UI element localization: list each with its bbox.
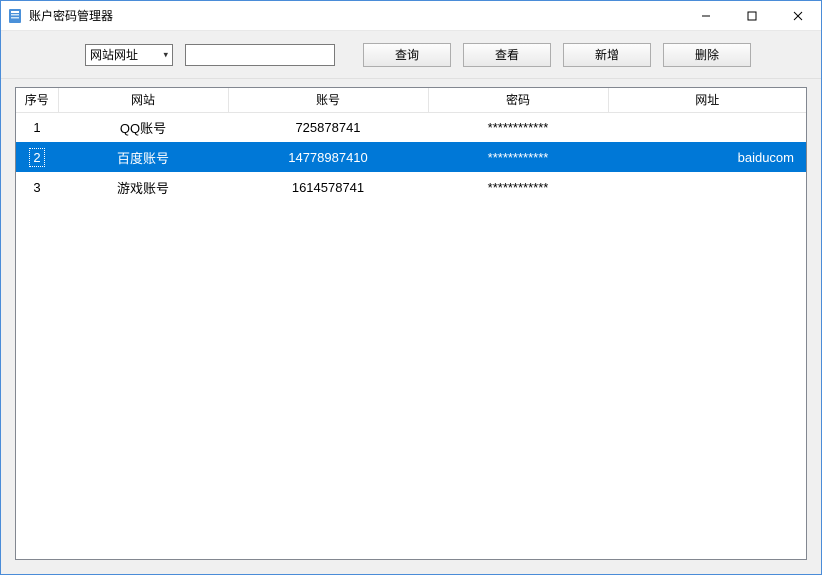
header-password[interactable]: 密码 bbox=[428, 88, 608, 112]
cell-site: 百度账号 bbox=[58, 142, 228, 172]
search-input[interactable] bbox=[185, 44, 335, 66]
cell-site: QQ账号 bbox=[58, 112, 228, 142]
header-site[interactable]: 网站 bbox=[58, 88, 228, 112]
chevron-down-icon: ▾ bbox=[163, 49, 168, 60]
titlebar: 账户密码管理器 bbox=[1, 1, 821, 31]
view-button[interactable]: 查看 bbox=[463, 43, 551, 67]
header-account[interactable]: 账号 bbox=[228, 88, 428, 112]
table-row[interactable]: 2百度账号14778987410************baiducom bbox=[16, 142, 806, 172]
content-area: 序号 网站 账号 密码 网址 1QQ账号725878741***********… bbox=[1, 79, 821, 574]
cell-url: baiducom bbox=[608, 142, 806, 172]
cell-url bbox=[608, 172, 806, 202]
filter-type-value: 网站网址 bbox=[90, 46, 138, 63]
table-header-row: 序号 网站 账号 密码 网址 bbox=[16, 88, 806, 112]
table-row[interactable]: 1QQ账号725878741************ bbox=[16, 112, 806, 142]
cell-password: ************ bbox=[428, 112, 608, 142]
window-controls bbox=[683, 1, 821, 31]
window-title: 账户密码管理器 bbox=[29, 7, 113, 24]
delete-button[interactable]: 删除 bbox=[663, 43, 751, 67]
filter-type-dropdown[interactable]: 网站网址 ▾ bbox=[85, 44, 173, 66]
header-url[interactable]: 网址 bbox=[608, 88, 806, 112]
cell-account: 14778987410 bbox=[228, 142, 428, 172]
app-window: 账户密码管理器 网站网址 ▾ 查询 查看 新增 删除 序号 bbox=[0, 0, 822, 575]
close-button[interactable] bbox=[775, 1, 821, 31]
cell-url bbox=[608, 112, 806, 142]
minimize-button[interactable] bbox=[683, 1, 729, 31]
cell-password: ************ bbox=[428, 172, 608, 202]
toolbar: 网站网址 ▾ 查询 查看 新增 删除 bbox=[1, 31, 821, 79]
add-button[interactable]: 新增 bbox=[563, 43, 651, 67]
table-row[interactable]: 3游戏账号1614578741************ bbox=[16, 172, 806, 202]
cell-index: 2 bbox=[16, 142, 58, 172]
cell-index: 1 bbox=[16, 112, 58, 142]
cell-password: ************ bbox=[428, 142, 608, 172]
maximize-button[interactable] bbox=[729, 1, 775, 31]
cell-site: 游戏账号 bbox=[58, 172, 228, 202]
cell-index: 3 bbox=[16, 172, 58, 202]
header-index[interactable]: 序号 bbox=[16, 88, 58, 112]
cell-account: 1614578741 bbox=[228, 172, 428, 202]
query-button[interactable]: 查询 bbox=[363, 43, 451, 67]
cell-account: 725878741 bbox=[228, 112, 428, 142]
data-table: 序号 网站 账号 密码 网址 1QQ账号725878741***********… bbox=[16, 88, 806, 202]
data-table-container: 序号 网站 账号 密码 网址 1QQ账号725878741***********… bbox=[15, 87, 807, 560]
app-icon bbox=[7, 8, 23, 24]
